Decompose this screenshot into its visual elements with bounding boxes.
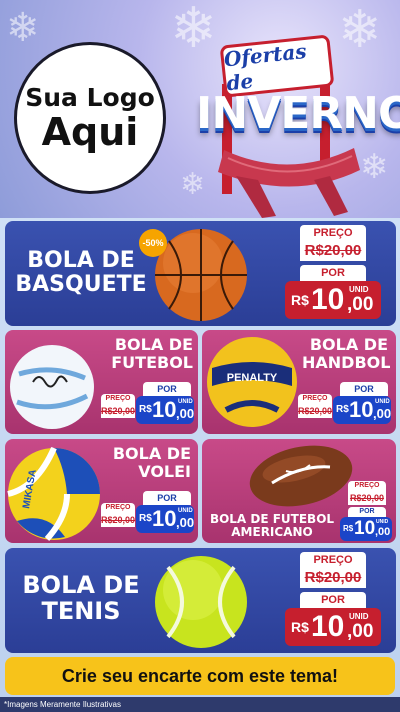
handball-image: PENALTY [207,337,297,427]
price-integer: 10 [152,397,177,422]
price-unit: UNID [178,508,193,514]
price-decimal: ,00 [373,406,392,421]
product-name-line1: BOLA DE [112,444,191,463]
product-name-line1: BOLA DE [309,335,388,354]
price-decimal: ,00 [375,526,391,538]
price-box: R$ 10 UNID ,00 [285,608,381,646]
price-unit: UNID [375,399,390,405]
discount-badge: -50% [139,229,167,257]
old-price: R$20,00 [101,513,136,527]
snowflake-icon: ❄ [170,0,217,59]
price-box: R$ 10 UNID ,00 [136,505,194,533]
price-unit: UNID [349,612,369,621]
american-football-image [249,445,353,507]
ball-brand-penalty: PENALTY [227,372,278,384]
product-card-basquete[interactable]: BOLA DE BASQUETE -50% PREÇO R$20,00 POR … [5,221,396,326]
old-price: R$20,00 [348,491,386,505]
snowflake-icon: ❄ [338,1,382,59]
product-name-line2: TENIS [41,597,121,626]
price-decimal: ,00 [347,294,374,315]
product-name-line2: FUTEBOL [111,352,193,372]
campaign-sign-text: Ofertas de [222,38,308,96]
logo-line-1: Sua Logo [25,82,155,112]
old-price: R$20,00 [300,568,366,588]
product-name-line1: BOLA DE [22,571,140,599]
campaign-title: INVERNO [196,88,400,139]
cta-button[interactable]: Crie seu encarte com este tema! [5,657,395,695]
old-price: R$20,00 [300,241,366,261]
price-label: PREÇO [298,394,332,404]
old-price: R$20,00 [298,404,333,418]
product-name-line2: BASQUETE [15,272,147,298]
scarf-image [218,148,360,218]
price-unit: UNID [178,399,193,405]
volleyball-image: MIKASA [7,447,100,541]
por-label: POR [143,382,191,396]
por-label: POR [300,592,366,608]
por-label: POR [143,491,191,505]
product-name-line2: VOLEI [138,461,191,481]
price-box: R$ 10 UNID ,00 [136,396,194,424]
product-name-line1: BOLA DE [114,335,193,354]
product-card-volei[interactable]: MIKASA BOLA DE VOLEI POR PREÇO R$20,00 R… [5,439,198,543]
price-integer: 10 [152,506,177,531]
price-label: PREÇO [101,503,135,513]
price-currency: R$ [139,404,152,415]
basketball-image [155,229,247,321]
price-box: R$ 10 UNID ,00 [340,517,392,541]
price-box: R$ 10 UNID ,00 [285,281,381,319]
price-currency: R$ [291,292,309,308]
footer-disclaimer: *Imagens Meramente Ilustrativas [0,697,400,712]
product-name-line2: AMERICANO [231,525,313,540]
logo-line-2: Aqui [41,109,139,154]
product-card-futebol-americano[interactable]: BOLA DE FUTEBOL AMERICANO PREÇO R$20,00 … [202,439,396,543]
price-label: PREÇO [300,552,366,568]
price-label: PREÇO [101,394,135,404]
snowflake-icon: ❄ [180,168,206,201]
price-currency: R$ [343,524,354,533]
header-banner: ❄ ❄ ❄ ❄ ❄ Sua Logo Aqui Ofertas de INVER… [0,0,400,218]
price-currency: R$ [139,513,152,524]
price-currency: R$ [291,619,309,635]
por-label: POR [300,265,366,281]
logo-placeholder: Sua Logo Aqui [14,42,166,194]
price-integer: 10 [354,518,376,539]
price-integer: 10 [311,283,345,316]
price-currency: R$ [336,404,349,415]
price-integer: 10 [311,610,345,643]
price-decimal: ,00 [347,621,374,642]
price-label: PREÇO [348,481,386,491]
snowflake-icon: ❄ [360,148,389,186]
old-price: R$20,00 [101,404,136,418]
tennis-ball-image [155,556,247,648]
price-unit: UNID [376,519,389,525]
price-decimal: ,00 [176,406,195,421]
snowflake-icon: ❄ [6,6,40,50]
price-label: PREÇO [300,225,366,241]
product-name-line1: BOLA DE [27,248,135,273]
product-name-line2: HANDBOL [302,352,391,372]
soccer-ball-image [10,345,94,429]
product-card-handbol[interactable]: PENALTY BOLA DE HANDBOL POR PREÇO R$20,0… [202,330,396,434]
price-decimal: ,00 [176,515,195,530]
product-card-tenis[interactable]: BOLA DE TENIS PREÇO R$20,00 POR R$ 10 UN… [5,548,396,653]
product-card-futebol[interactable]: BOLA DE FUTEBOL POR PREÇO R$20,00 R$ 10 … [5,330,198,434]
price-box: R$ 10 UNID ,00 [333,396,391,424]
por-label: POR [348,507,386,517]
price-integer: 10 [349,397,374,422]
por-label: POR [340,382,388,396]
price-unit: UNID [349,285,369,294]
